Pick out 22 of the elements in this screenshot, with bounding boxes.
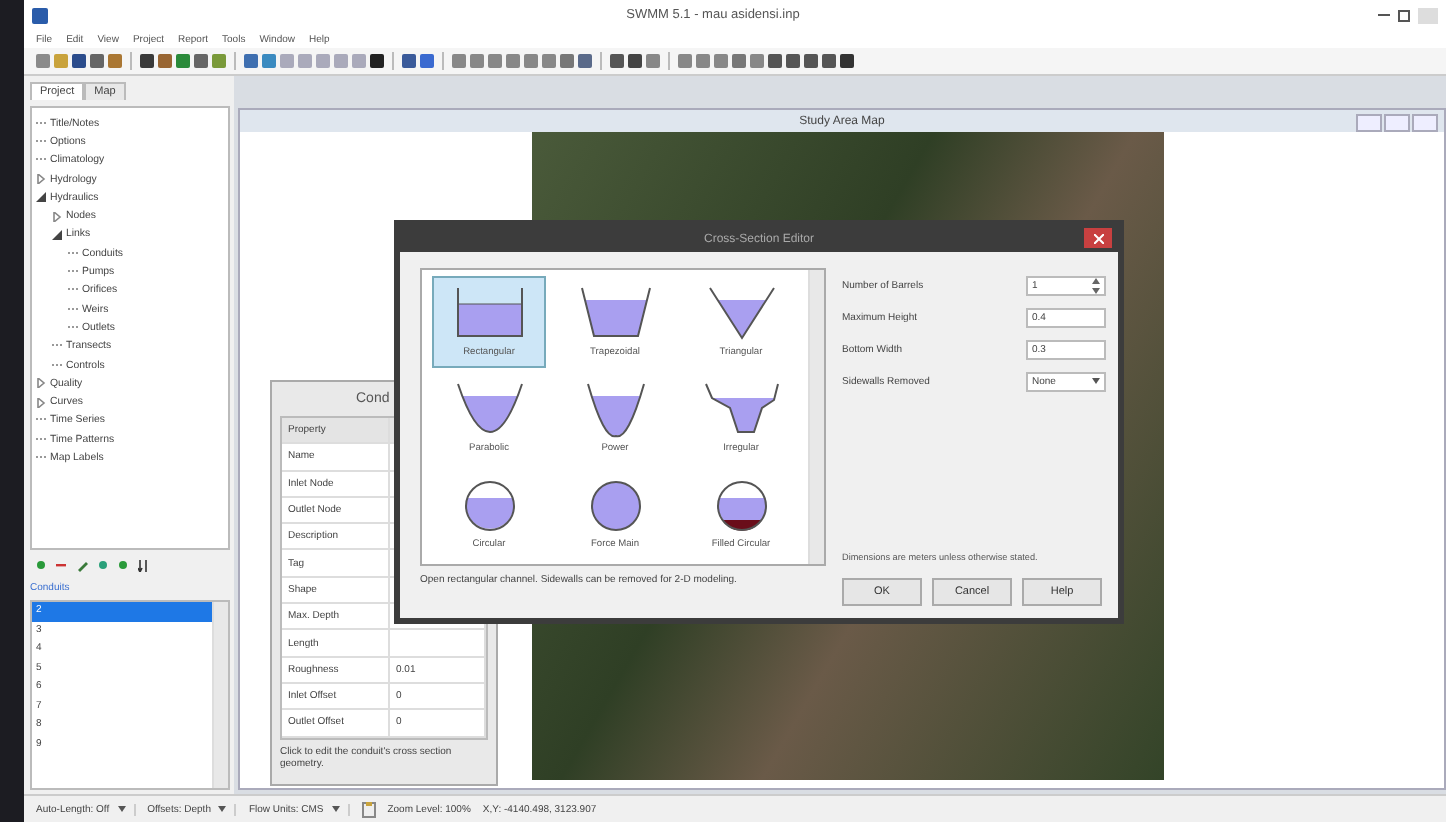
- collapsed-icon[interactable]: [36, 174, 46, 185]
- collapsed-icon[interactable]: [36, 397, 46, 408]
- edit-icon[interactable]: [76, 560, 88, 572]
- scrollbar[interactable]: [212, 602, 228, 788]
- close-button[interactable]: [1084, 228, 1112, 248]
- clipboard-icon[interactable]: [361, 801, 376, 817]
- minimize-button[interactable]: [1356, 114, 1382, 132]
- maximize-button[interactable]: [1384, 114, 1410, 132]
- expanded-icon[interactable]: [52, 229, 62, 240]
- sort-icon[interactable]: [138, 560, 150, 572]
- maximize-icon[interactable]: [1398, 9, 1410, 21]
- collapsed-icon[interactable]: [36, 378, 46, 389]
- collapsed-icon[interactable]: [52, 211, 62, 222]
- caret-icon: [331, 806, 340, 812]
- scrollbar[interactable]: [808, 270, 824, 564]
- spinner-arrows-icon: [1092, 277, 1100, 293]
- caret-icon: [117, 806, 126, 812]
- caret-icon: [218, 806, 227, 812]
- expanded-icon[interactable]: [36, 192, 46, 203]
- minimize-icon[interactable]: [1378, 13, 1390, 17]
- caret-icon: [1092, 378, 1100, 384]
- app-icon: [32, 7, 48, 23]
